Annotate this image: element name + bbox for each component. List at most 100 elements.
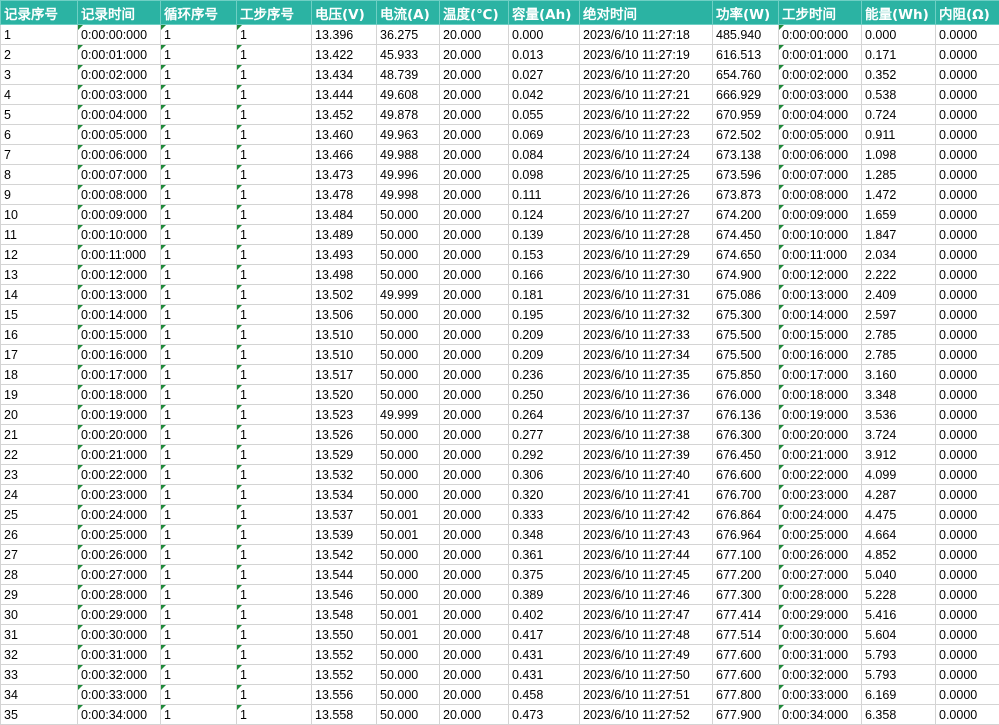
cell-resistance[interactable]: 0.0000 (936, 445, 999, 465)
cell-step-index[interactable]: 1 (237, 565, 312, 585)
cell-voltage[interactable]: 13.534 (312, 485, 377, 505)
cell-energy[interactable]: 1.285 (862, 165, 936, 185)
cell-absolute-time[interactable]: 2023/6/10 11:27:44 (580, 545, 713, 565)
cell-record-index[interactable]: 34 (1, 685, 78, 705)
cell-voltage[interactable]: 13.558 (312, 705, 377, 725)
cell-absolute-time[interactable]: 2023/6/10 11:27:21 (580, 85, 713, 105)
cell-energy[interactable]: 0.538 (862, 85, 936, 105)
cell-step-index[interactable]: 1 (237, 665, 312, 685)
cell-cycle-index[interactable]: 1 (161, 45, 237, 65)
cell-record-time[interactable]: 0:00:10:000 (78, 225, 161, 245)
cell-cycle-index[interactable]: 1 (161, 365, 237, 385)
cell-capacity[interactable]: 0.124 (509, 205, 580, 225)
cell-resistance[interactable]: 0.0000 (936, 645, 999, 665)
cell-current[interactable]: 50.001 (377, 625, 440, 645)
cell-energy[interactable]: 5.793 (862, 645, 936, 665)
cell-energy[interactable]: 4.287 (862, 485, 936, 505)
cell-step-index[interactable]: 1 (237, 365, 312, 385)
cell-absolute-time[interactable]: 2023/6/10 11:27:36 (580, 385, 713, 405)
cell-cycle-index[interactable]: 1 (161, 85, 237, 105)
column-header-cycle-index[interactable]: 循环序号 (161, 1, 237, 25)
cell-temperature[interactable]: 20.000 (440, 485, 509, 505)
cell-current[interactable]: 50.000 (377, 365, 440, 385)
cell-voltage[interactable]: 13.532 (312, 465, 377, 485)
cell-temperature[interactable]: 20.000 (440, 305, 509, 325)
cell-current[interactable]: 49.998 (377, 185, 440, 205)
cell-power[interactable]: 674.650 (713, 245, 779, 265)
cell-capacity[interactable]: 0.277 (509, 425, 580, 445)
cell-cycle-index[interactable]: 1 (161, 205, 237, 225)
cell-resistance[interactable]: 0.0000 (936, 105, 999, 125)
column-header-absolute-time[interactable]: 绝对时间 (580, 1, 713, 25)
cell-voltage[interactable]: 13.544 (312, 565, 377, 585)
cell-step-time[interactable]: 0:00:15:000 (779, 325, 862, 345)
cell-cycle-index[interactable]: 1 (161, 225, 237, 245)
cell-absolute-time[interactable]: 2023/6/10 11:27:39 (580, 445, 713, 465)
cell-cycle-index[interactable]: 1 (161, 245, 237, 265)
cell-capacity[interactable]: 0.042 (509, 85, 580, 105)
cell-cycle-index[interactable]: 1 (161, 385, 237, 405)
cell-current[interactable]: 50.000 (377, 385, 440, 405)
cell-record-index[interactable]: 27 (1, 545, 78, 565)
cell-step-index[interactable]: 1 (237, 645, 312, 665)
cell-capacity[interactable]: 0.333 (509, 505, 580, 525)
cell-temperature[interactable]: 20.000 (440, 145, 509, 165)
cell-temperature[interactable]: 20.000 (440, 205, 509, 225)
cell-absolute-time[interactable]: 2023/6/10 11:27:48 (580, 625, 713, 645)
cell-record-time[interactable]: 0:00:01:000 (78, 45, 161, 65)
cell-current[interactable]: 50.000 (377, 245, 440, 265)
cell-power[interactable]: 677.600 (713, 665, 779, 685)
cell-absolute-time[interactable]: 2023/6/10 11:27:28 (580, 225, 713, 245)
cell-power[interactable]: 673.138 (713, 145, 779, 165)
cell-power[interactable]: 616.513 (713, 45, 779, 65)
cell-step-index[interactable]: 1 (237, 525, 312, 545)
cell-current[interactable]: 50.000 (377, 685, 440, 705)
cell-step-time[interactable]: 0:00:08:000 (779, 185, 862, 205)
cell-step-time[interactable]: 0:00:20:000 (779, 425, 862, 445)
cell-step-time[interactable]: 0:00:34:000 (779, 705, 862, 725)
cell-step-index[interactable]: 1 (237, 85, 312, 105)
cell-energy[interactable]: 5.604 (862, 625, 936, 645)
cell-absolute-time[interactable]: 2023/6/10 11:27:34 (580, 345, 713, 365)
cell-energy[interactable]: 5.416 (862, 605, 936, 625)
cell-record-index[interactable]: 13 (1, 265, 78, 285)
cell-record-time[interactable]: 0:00:06:000 (78, 145, 161, 165)
cell-record-index[interactable]: 31 (1, 625, 78, 645)
cell-capacity[interactable]: 0.111 (509, 185, 580, 205)
cell-current[interactable]: 49.996 (377, 165, 440, 185)
cell-voltage[interactable]: 13.506 (312, 305, 377, 325)
cell-power[interactable]: 672.502 (713, 125, 779, 145)
cell-absolute-time[interactable]: 2023/6/10 11:27:24 (580, 145, 713, 165)
cell-voltage[interactable]: 13.529 (312, 445, 377, 465)
cell-power[interactable]: 676.000 (713, 385, 779, 405)
cell-energy[interactable]: 0.171 (862, 45, 936, 65)
cell-temperature[interactable]: 20.000 (440, 665, 509, 685)
cell-power[interactable]: 675.850 (713, 365, 779, 385)
cell-current[interactable]: 50.000 (377, 205, 440, 225)
cell-step-index[interactable]: 1 (237, 285, 312, 305)
cell-step-index[interactable]: 1 (237, 145, 312, 165)
cell-record-index[interactable]: 15 (1, 305, 78, 325)
cell-cycle-index[interactable]: 1 (161, 265, 237, 285)
cell-energy[interactable]: 3.536 (862, 405, 936, 425)
cell-power[interactable]: 677.900 (713, 705, 779, 725)
cell-resistance[interactable]: 0.0000 (936, 705, 999, 725)
cell-record-index[interactable]: 1 (1, 25, 78, 45)
cell-record-time[interactable]: 0:00:09:000 (78, 205, 161, 225)
cell-step-time[interactable]: 0:00:10:000 (779, 225, 862, 245)
cell-record-index[interactable]: 9 (1, 185, 78, 205)
cell-capacity[interactable]: 0.013 (509, 45, 580, 65)
cell-capacity[interactable]: 0.361 (509, 545, 580, 565)
cell-cycle-index[interactable]: 1 (161, 525, 237, 545)
cell-capacity[interactable]: 0.195 (509, 305, 580, 325)
cell-current[interactable]: 50.000 (377, 345, 440, 365)
cell-resistance[interactable]: 0.0000 (936, 345, 999, 365)
cell-energy[interactable]: 2.785 (862, 345, 936, 365)
cell-record-index[interactable]: 29 (1, 585, 78, 605)
cell-step-time[interactable]: 0:00:26:000 (779, 545, 862, 565)
cell-step-time[interactable]: 0:00:33:000 (779, 685, 862, 705)
cell-power[interactable]: 670.959 (713, 105, 779, 125)
cell-voltage[interactable]: 13.510 (312, 325, 377, 345)
cell-absolute-time[interactable]: 2023/6/10 11:27:38 (580, 425, 713, 445)
cell-cycle-index[interactable]: 1 (161, 405, 237, 425)
